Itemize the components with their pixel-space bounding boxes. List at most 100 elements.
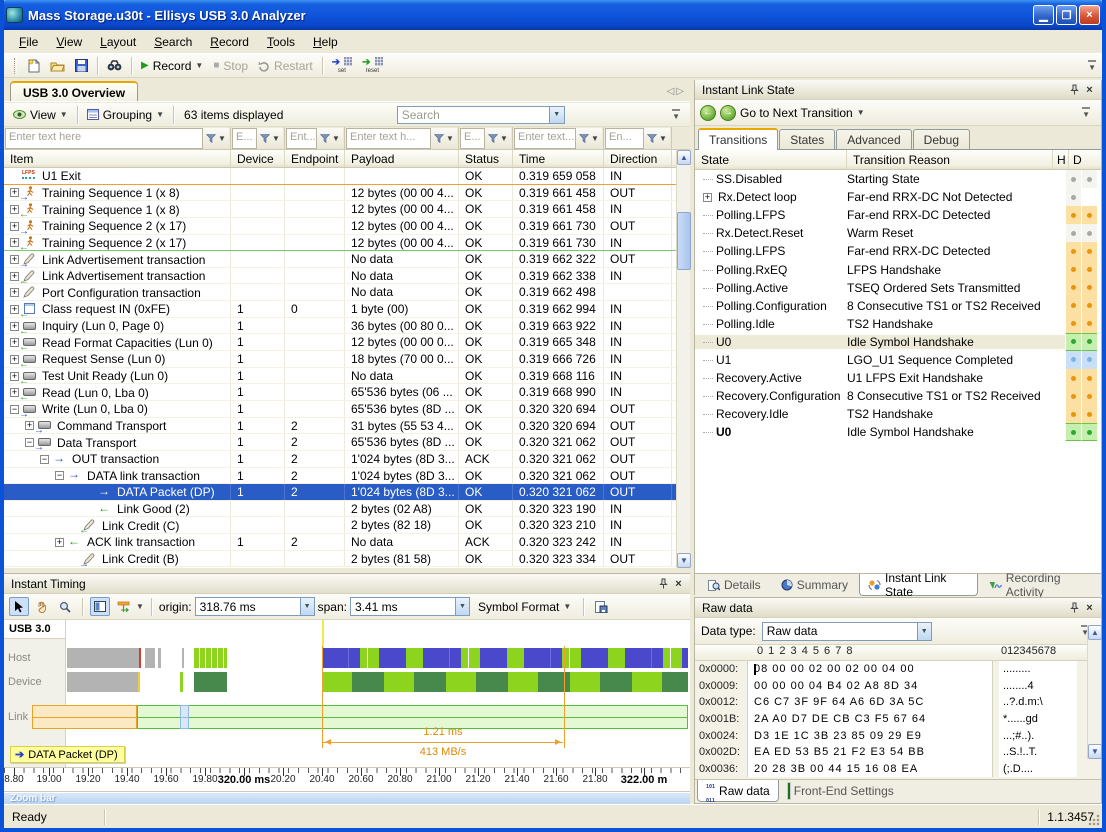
doc-tab-summary[interactable]: Summary [772, 574, 857, 596]
tree-expander-icon[interactable]: + [10, 372, 19, 381]
table-row[interactable]: +←Link Good (2)2 bytes (02 A8)OK0.320 32… [4, 501, 676, 518]
hex-row[interactable]: 0x001B:2A A0 D7 DE CB C3 F5 67 64*......… [695, 711, 1101, 728]
doc-tab-recording-activity[interactable]: Recording Activity [980, 574, 1101, 596]
tab-scroll-right-icon[interactable]: ▷ [676, 86, 684, 97]
pan-tool-icon[interactable] [32, 597, 52, 616]
tree-expander-icon[interactable]: + [10, 238, 19, 247]
open-file-icon[interactable] [45, 58, 70, 74]
filter-input-5[interactable]: Enter text... [514, 128, 576, 149]
link-state-row[interactable]: Polling.IdleTS2 Handshake [695, 315, 1101, 333]
search-dropdown-icon[interactable]: ▼ [549, 107, 564, 123]
link-state-row[interactable]: Recovery.IdleTS2 Handshake [695, 405, 1101, 423]
filter-funnel-icon[interactable]: ▼ [257, 128, 283, 149]
tab-advanced[interactable]: Advanced [836, 129, 911, 149]
filter-funnel-icon[interactable]: ▼ [317, 128, 343, 149]
tree-expander-icon[interactable]: + [55, 538, 64, 547]
tree-expander-icon[interactable]: + [10, 255, 19, 264]
scroll-down-icon[interactable]: ▼ [677, 553, 691, 568]
menu-help[interactable]: Help [304, 32, 347, 52]
table-row[interactable]: +←Read Format Capacities (Lun 0)112 byte… [4, 334, 676, 351]
link-state-row[interactable]: Recovery.Configuration8 Consecutive TS1 … [695, 387, 1101, 405]
filter-input-6[interactable]: En... [605, 128, 644, 149]
origin-dropdown-icon[interactable]: ▼ [300, 598, 314, 615]
raw-tab-front-end-settings[interactable]: Front-End Settings [779, 780, 903, 802]
table-row[interactable]: −→Write (Lun 0, Lba 0)165'536 bytes (8D … [4, 401, 676, 418]
toolbar-grip[interactable] [14, 58, 17, 74]
filter-funnel-icon[interactable]: ▼ [431, 128, 457, 149]
toolbar-overflow-icon[interactable]: ▼ [1088, 60, 1096, 72]
data-type-dropdown-icon[interactable]: ▼ [917, 623, 931, 640]
table-row[interactable]: +←Inquiry (Lun 0, Page 0)136 bytes (00 8… [4, 318, 676, 335]
menu-view[interactable]: View [47, 32, 91, 52]
span-combobox[interactable]: 3.41 ms▼ [350, 597, 470, 616]
restart-button[interactable]: Restart [253, 57, 318, 75]
overview-scrollbar[interactable]: ▲ ▼ [676, 150, 690, 568]
tree-expander-icon[interactable]: − [55, 471, 64, 480]
menu-record[interactable]: Record [201, 32, 258, 52]
tree-expander-icon[interactable]: + [703, 193, 712, 202]
tab-usb3-overview[interactable]: USB 3.0 Overview [10, 81, 138, 101]
tree-expander-icon[interactable]: + [10, 338, 19, 347]
raw-tab-raw-data[interactable]: 101011Raw data [697, 780, 779, 802]
column-header-time[interactable]: Time [513, 150, 604, 167]
search-icon[interactable] [102, 58, 127, 73]
link-state-row[interactable]: +Rx.Detect loopFar-end RRX-DC Not Detect… [695, 188, 1101, 206]
pin-icon[interactable] [1067, 601, 1082, 615]
column-header-item[interactable]: Item [4, 150, 231, 167]
table-row[interactable]: +→DATA Packet (DP)121'024 bytes (8D 3...… [4, 484, 676, 501]
resize-grip[interactable] [1087, 813, 1100, 826]
table-row[interactable]: +←Training Sequence 1 (x 8)12 bytes (00 … [4, 201, 676, 218]
span-dropdown-icon[interactable]: ▼ [455, 598, 469, 615]
timing-canvas[interactable]: USB 3.0 Host Device Link State 1.21 ms41… [4, 620, 690, 768]
minimize-button[interactable]: ▁ [1033, 5, 1054, 25]
table-row[interactable]: +→Link Advertisement transactionNo dataO… [4, 251, 676, 268]
pin-icon[interactable] [1067, 83, 1082, 97]
select-tool-icon[interactable] [9, 597, 29, 616]
link-state-row[interactable]: U0Idle Symbol Handshake [695, 423, 1101, 441]
tab-debug[interactable]: Debug [913, 129, 970, 149]
tree-expander-icon[interactable]: + [10, 388, 19, 397]
scroll-down-icon[interactable]: ▼ [1088, 744, 1102, 759]
link-state-row[interactable]: Polling.LFPSFar-end RRX-DC Detected [695, 206, 1101, 224]
export-image-icon[interactable] [591, 597, 611, 616]
table-row[interactable]: +←Test Unit Ready (Lun 0)1No dataOK0.319… [4, 368, 676, 385]
tab-states[interactable]: States [779, 129, 835, 149]
view-button[interactable]: View▼ [8, 106, 73, 124]
table-row[interactable]: −→DATA link transaction121'024 bytes (8D… [4, 468, 676, 485]
save-file-icon[interactable] [70, 57, 93, 74]
column-header-device[interactable]: Device [231, 150, 285, 167]
column-header-payload[interactable]: Payload [345, 150, 459, 167]
zoom-tool-icon[interactable] [55, 597, 75, 616]
link-state-row[interactable]: SS.DisabledStarting State [695, 170, 1101, 188]
tab-scroll-left-icon[interactable]: ◁ [667, 86, 675, 97]
table-row[interactable]: +LFPSU1 ExitOK0.319 659 058IN [4, 168, 676, 185]
table-row[interactable]: +←ACK link transaction12No dataACK0.320 … [4, 534, 676, 551]
toolbar-overflow-icon[interactable]: ▼ [1082, 107, 1090, 119]
hex-row[interactable]: 0x002D:EA ED 53 B5 21 F2 E3 54 BB..S.!..… [695, 744, 1101, 761]
hex-row[interactable]: 0x0000:08 00 00 02 00 02 00 04 00.......… [695, 661, 1101, 678]
menu-tools[interactable]: Tools [258, 32, 304, 52]
tree-expander-icon[interactable]: − [40, 455, 49, 464]
link-state-row[interactable]: Polling.LFPSFar-end RRX-DC Detected [695, 242, 1101, 260]
hex-row[interactable]: 0x0024:D3 1E 1C 3B 23 85 09 29 E9...;#..… [695, 727, 1101, 744]
go-next-transition-label[interactable]: Go to Next Transition [740, 106, 853, 120]
previous-transition-button[interactable]: ← [700, 105, 716, 121]
table-row[interactable]: +←Read (Lun 0, Lba 0)165'536 bytes (06 .… [4, 384, 676, 401]
grouping-dropdown-icon[interactable]: ▼ [156, 110, 164, 119]
split-view-icon[interactable] [90, 597, 110, 616]
scroll-up-icon[interactable]: ▲ [1088, 625, 1102, 640]
hex-dump[interactable]: 0x0000:08 00 00 02 00 02 00 04 00.......… [695, 661, 1101, 779]
view-dropdown-icon[interactable]: ▼ [60, 110, 68, 119]
tree-expander-icon[interactable]: + [25, 421, 34, 430]
table-row[interactable]: +←Link Credit (C)2 bytes (82 18)OK0.320 … [4, 517, 676, 534]
link-state-row[interactable]: Polling.ActiveTSEQ Ordered Sets Transmit… [695, 279, 1101, 297]
tree-expander-icon[interactable]: + [10, 272, 19, 281]
tree-expander-icon[interactable]: + [10, 188, 19, 197]
raw-data-scrollbar[interactable]: ▲ ▼ [1087, 625, 1101, 759]
menu-layout[interactable]: Layout [91, 32, 145, 52]
symbol-format-button[interactable]: Symbol Format ▼ [473, 598, 576, 616]
close-panel-icon[interactable]: × [1082, 601, 1097, 615]
record-button[interactable]: ▶Record▼ [136, 57, 208, 75]
link-state-row[interactable]: Recovery.ActiveU1 LFPS Exit Handshake [695, 369, 1101, 387]
reset-trigger-button[interactable]: ➔reset [357, 55, 387, 76]
